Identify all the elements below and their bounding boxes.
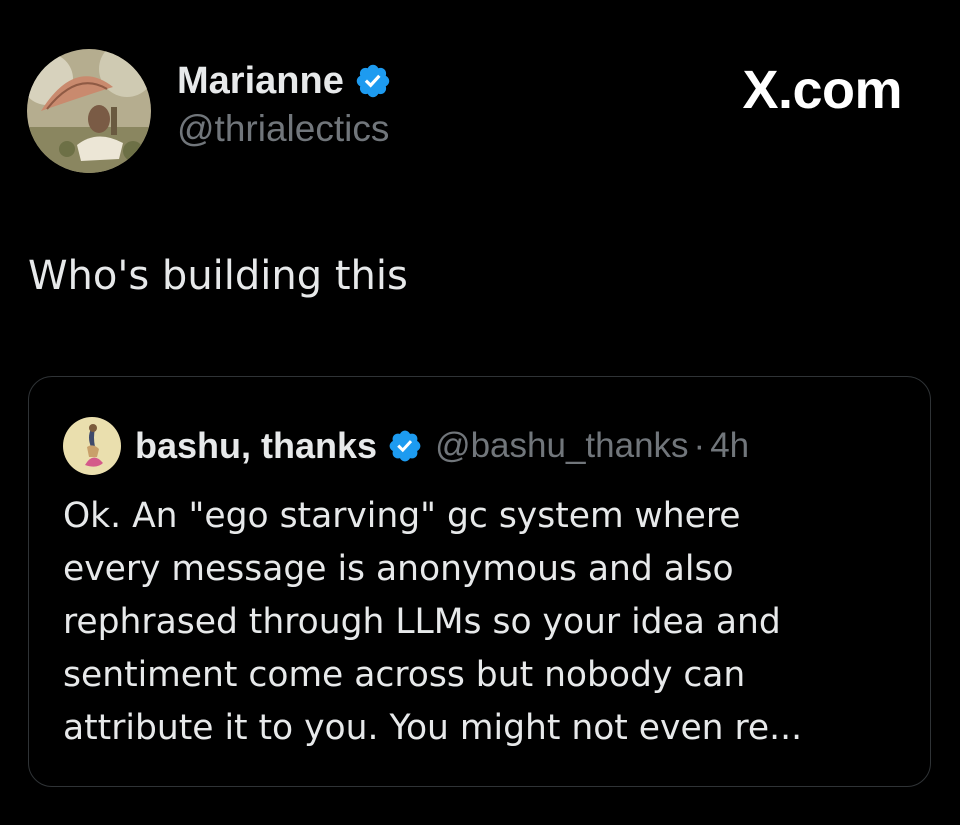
tweet-header: Marianne @thrialectics	[27, 49, 392, 173]
author-avatar[interactable]	[27, 49, 151, 173]
quoted-tweet-timestamp[interactable]: 4h	[710, 424, 749, 468]
quoted-tweet-text: Ok. An "ego starving" gc system where ev…	[63, 496, 803, 748]
quoted-tweet-card[interactable]: bashu, thanks @bashu_thanks · 4h Ok. An …	[28, 376, 931, 787]
timestamp-separator: ·	[693, 426, 706, 465]
tweet-text: Who's building this	[28, 253, 408, 299]
quoted-author-handle[interactable]: @bashu_thanks	[435, 424, 688, 468]
author-handle[interactable]: @thrialectics	[177, 106, 392, 152]
author-name-row: Marianne	[177, 58, 392, 104]
quoted-verified-badge-icon[interactable]	[387, 428, 423, 464]
author-block: Marianne @thrialectics	[177, 58, 392, 152]
author-name[interactable]: Marianne	[177, 58, 344, 104]
quoted-author-avatar[interactable]	[63, 417, 121, 475]
quoted-author-name[interactable]: bashu, thanks	[135, 424, 377, 468]
site-brand: X.com	[742, 60, 902, 120]
quoted-tweet-header: bashu, thanks @bashu_thanks · 4h	[63, 417, 749, 475]
verified-badge-icon[interactable]	[354, 62, 392, 100]
